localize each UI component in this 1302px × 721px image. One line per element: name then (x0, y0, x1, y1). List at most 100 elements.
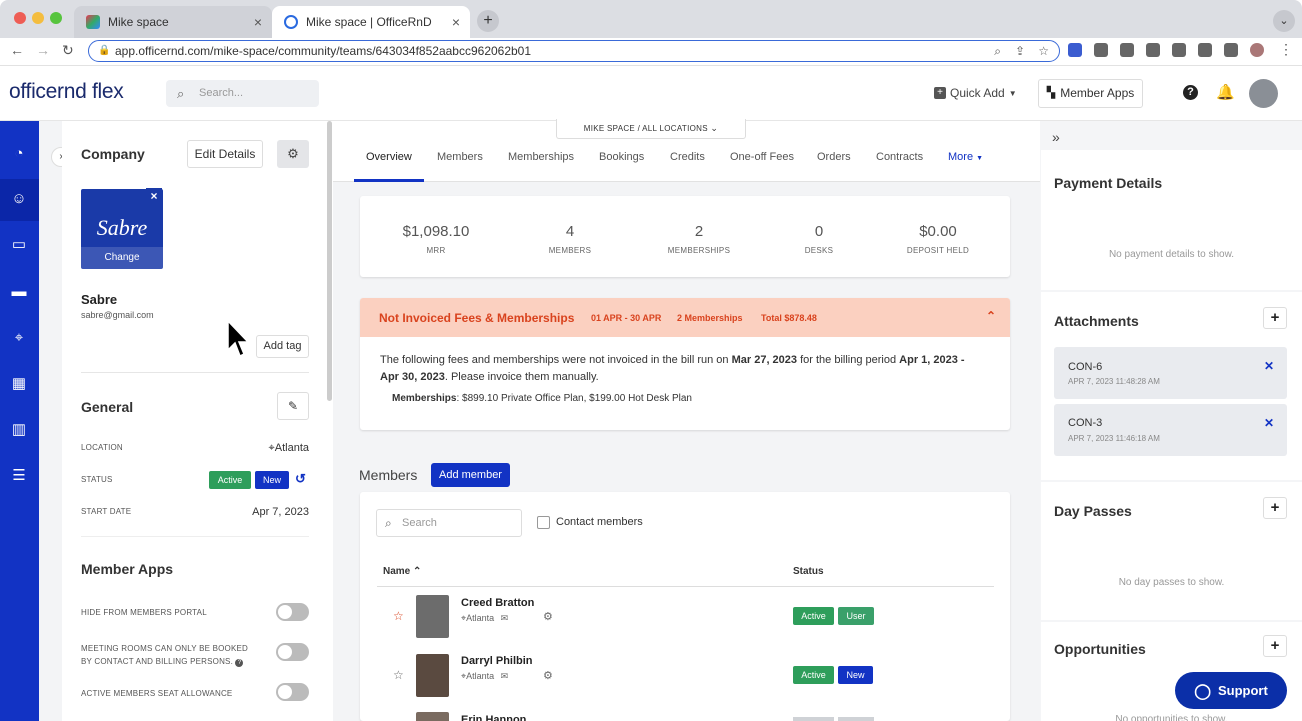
extension-3-icon[interactable] (1146, 43, 1160, 57)
location-pin-icon[interactable]: ⌖ (8, 327, 30, 349)
tab-bookings[interactable]: Bookings (599, 151, 644, 163)
back-arrow-icon[interactable]: ← (10, 42, 24, 58)
reload-icon[interactable]: ↻ (62, 42, 74, 59)
tab-more[interactable]: More ▼ (948, 151, 983, 163)
help-icon[interactable]: ? (1183, 85, 1198, 100)
add-opportunity-button[interactable]: + (1263, 635, 1287, 657)
chat-icon[interactable]: ▭ (8, 234, 30, 256)
tab-one-off-fees[interactable]: One-off Fees (730, 151, 794, 163)
member-name[interactable]: Darryl Philbin (461, 655, 533, 667)
address-bar[interactable]: 🔒 app.officernd.com/mike-space/community… (88, 40, 1060, 62)
profile-avatar-icon[interactable] (1250, 43, 1264, 57)
add-day-pass-button[interactable]: + (1263, 497, 1287, 519)
company-settings-gear-icon[interactable]: ⚙ (277, 140, 309, 168)
tab-credits[interactable]: Credits (670, 151, 705, 163)
extension-camera-icon[interactable] (1120, 43, 1134, 57)
share-icon[interactable]: ⇪ (1015, 41, 1025, 61)
location-selector[interactable]: MIKE SPACE / ALL LOCATIONS ⌄ (556, 119, 746, 139)
user-avatar[interactable] (1249, 79, 1278, 108)
collapse-chevron-up-icon[interactable]: ⌃ (986, 309, 996, 323)
extensions-puzzle-icon[interactable] (1198, 43, 1212, 57)
member-photo (416, 654, 449, 697)
email-icon[interactable]: ✉ (501, 613, 509, 623)
dashboard-gauge-icon[interactable]: ◔ (8, 143, 30, 165)
edit-details-button[interactable]: Edit Details (187, 140, 263, 168)
new-tab-button[interactable]: + (477, 10, 499, 32)
browser-menu-icon[interactable]: ⋮ (1279, 41, 1293, 58)
close-tab-icon[interactable]: × (452, 14, 460, 30)
attachment-name[interactable]: CON-3 (1068, 417, 1102, 429)
member-user-badge: User (838, 607, 874, 625)
tab-orders[interactable]: Orders (817, 151, 851, 163)
chat-bubble-icon: ◯ (1194, 682, 1211, 700)
meeting-rooms-toggle[interactable] (276, 643, 309, 661)
browser-tab-1[interactable]: Mike space × (74, 6, 272, 38)
panel-scrollbar[interactable] (327, 121, 332, 401)
member-settings-gear-icon[interactable]: ⚙ (543, 669, 553, 682)
zoom-icon[interactable]: ⌕ (994, 41, 1001, 61)
attachment-name[interactable]: CON-6 (1068, 361, 1102, 373)
officernd-logo[interactable]: officernd flex (9, 80, 124, 104)
member-name[interactable]: Creed Bratton (461, 597, 534, 609)
tab-memberships[interactable]: Memberships (508, 151, 574, 163)
member-location: ⌖Atlanta ✉ (461, 671, 508, 682)
member-status-active-badge: Active (793, 666, 834, 684)
member-apps-button[interactable]: ▚ Member Apps (1038, 79, 1143, 108)
favorite-star-icon[interactable]: ☆ (393, 609, 404, 623)
close-tab-icon[interactable]: × (254, 14, 262, 30)
extension-1-icon[interactable] (1068, 43, 1082, 57)
day-passes-empty: No day passes to show. (1118, 577, 1225, 588)
sidepanel-icon[interactable] (1224, 43, 1238, 57)
remove-attachment-icon[interactable]: ✕ (1264, 416, 1274, 430)
email-icon[interactable]: ✉ (501, 671, 509, 681)
member-photo (416, 712, 449, 721)
attachment-item[interactable] (1054, 404, 1287, 456)
collapse-panel-chevrons-icon[interactable]: » (1052, 129, 1060, 145)
forward-arrow-icon[interactable]: → (36, 42, 50, 58)
quick-add-button[interactable]: + Quick Add ▼ (934, 86, 1017, 100)
contact-members-checkbox[interactable] (537, 516, 550, 529)
reports-chart-icon[interactable]: ▥ (8, 419, 30, 441)
grid-icon: ▚ (1046, 87, 1056, 99)
member-name[interactable]: Erin Hannon (461, 714, 526, 721)
members-search-input[interactable]: ⌕ Search (376, 509, 522, 537)
maximize-window-button[interactable] (50, 12, 62, 24)
edit-general-pencil-icon[interactable]: ✎ (277, 392, 309, 420)
browser-tab-2[interactable]: Mike space | OfficeRnD × (272, 6, 470, 38)
status-new-badge: New (255, 471, 289, 489)
community-people-icon[interactable]: ☺ (8, 188, 30, 210)
add-tag-button[interactable]: Add tag (256, 335, 309, 358)
extension-2-icon[interactable] (1094, 43, 1108, 57)
col-name-header[interactable]: Name ⌃ (383, 566, 421, 577)
tab-search-chevron-icon[interactable]: ⌄ (1273, 10, 1295, 32)
favorite-star-icon[interactable]: ☆ (393, 668, 404, 682)
attachment-item[interactable] (1054, 347, 1287, 399)
stat-members-value: 4 (565, 223, 575, 240)
remove-attachment-icon[interactable]: ✕ (1264, 359, 1274, 373)
hide-portal-toggle[interactable] (276, 603, 309, 621)
settings-sliders-icon[interactable]: ☰ (8, 465, 30, 487)
tab-members[interactable]: Members (437, 151, 483, 163)
minimize-window-button[interactable] (32, 12, 44, 24)
bookmark-star-icon[interactable]: ☆ (1038, 41, 1049, 61)
change-logo-button[interactable]: Change (81, 247, 163, 269)
status-history-icon[interactable]: ↺ (295, 471, 306, 487)
close-window-button[interactable] (14, 12, 26, 24)
extension-shield-icon[interactable] (1172, 43, 1186, 57)
notifications-bell-icon[interactable]: 🔔 (1216, 83, 1235, 101)
tab-overview[interactable]: Overview (366, 151, 412, 163)
calendar-icon[interactable]: ▦ (8, 373, 30, 395)
support-button[interactable]: ◯ Support (1175, 672, 1287, 709)
member-settings-gear-icon[interactable]: ⚙ (543, 610, 553, 623)
location-label: LOCATION (81, 443, 123, 452)
tab-contracts[interactable]: Contracts (876, 151, 923, 163)
chevron-down-icon: ⌄ (710, 123, 719, 133)
add-member-button[interactable]: Add member (431, 463, 510, 487)
billing-card-icon[interactable]: ▬ (8, 281, 30, 303)
company-name: Sabre (81, 292, 118, 307)
add-attachment-button[interactable]: + (1263, 307, 1287, 329)
remove-logo-close-icon[interactable]: × (146, 188, 162, 204)
seat-allowance-toggle[interactable] (276, 683, 309, 701)
global-search-input[interactable]: ⌕ Search... (166, 80, 319, 107)
info-icon[interactable]: ? (235, 659, 244, 667)
